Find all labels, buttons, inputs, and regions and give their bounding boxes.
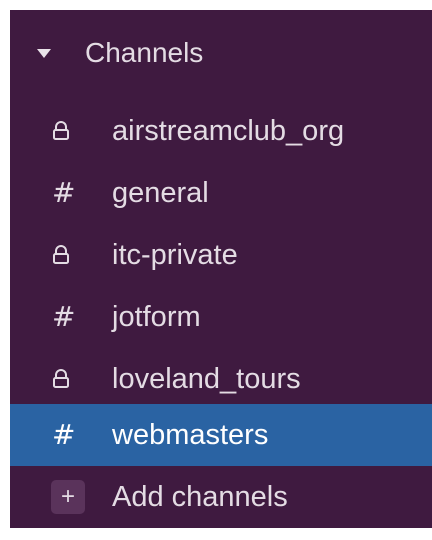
channel-label: itc-private bbox=[112, 239, 238, 271]
lock-icon bbox=[52, 348, 86, 410]
channel-label: general bbox=[112, 177, 209, 209]
channel-item-webmasters[interactable]: # webmasters bbox=[10, 404, 432, 466]
lock-icon bbox=[52, 224, 86, 286]
channels-section-header[interactable]: Channels bbox=[10, 30, 432, 80]
channel-label: webmasters bbox=[112, 419, 269, 451]
hash-icon: # bbox=[52, 176, 76, 209]
add-channels-button[interactable]: + Add channels bbox=[10, 466, 432, 528]
channel-label: jotform bbox=[112, 301, 201, 333]
channel-item-jotform[interactable]: # jotform bbox=[10, 286, 432, 348]
channel-sidebar: Channels airstreamclub_org # general itc… bbox=[10, 10, 432, 528]
lock-icon bbox=[52, 100, 86, 162]
channel-item-general[interactable]: # general bbox=[10, 162, 432, 224]
channel-item-airstreamclub-org[interactable]: airstreamclub_org bbox=[10, 100, 432, 162]
caret-down-icon[interactable] bbox=[37, 49, 51, 58]
hash-icon: # bbox=[52, 300, 76, 333]
add-channels-label: Add channels bbox=[112, 481, 288, 513]
channels-section-title: Channels bbox=[85, 37, 204, 68]
plus-icon: + bbox=[51, 480, 85, 514]
channel-label: airstreamclub_org bbox=[112, 115, 345, 147]
channel-item-itc-private[interactable]: itc-private bbox=[10, 224, 432, 286]
channel-label: loveland_tours bbox=[112, 363, 301, 395]
channel-item-loveland-tours[interactable]: loveland_tours bbox=[10, 348, 432, 410]
hash-icon: # bbox=[52, 418, 76, 451]
